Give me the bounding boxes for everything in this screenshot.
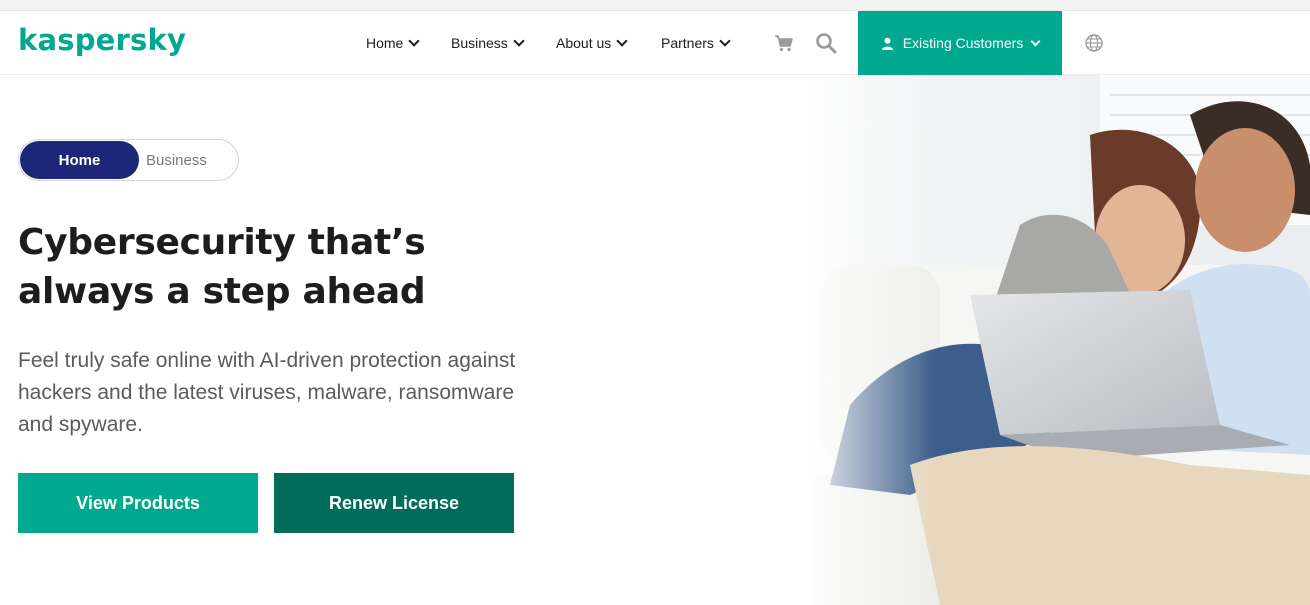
nav-business[interactable]: Business (451, 35, 525, 51)
chevron-down-icon (719, 35, 731, 47)
hero-headline-line1: Cybersecurity that’s (18, 222, 426, 263)
chevron-down-icon (1030, 36, 1041, 46)
toggle-home-button[interactable]: Home (20, 141, 139, 179)
chevron-down-icon (616, 35, 628, 47)
hero-couple-laptop-image (790, 75, 1310, 605)
globe-icon[interactable] (1084, 33, 1104, 53)
toggle-business-button[interactable]: Business (146, 141, 207, 179)
browser-top-strip (0, 0, 1310, 11)
nav-about-us-label: About us (556, 35, 612, 51)
nav-business-label: Business (451, 35, 508, 51)
existing-customers-button[interactable]: Existing Customers (858, 11, 1062, 75)
nav-partners-label: Partners (661, 35, 714, 51)
nav-about-us[interactable]: About us (556, 35, 628, 51)
user-icon (881, 37, 893, 50)
search-icon[interactable] (815, 32, 837, 54)
kaspersky-logo[interactable]: kaspersky (18, 23, 186, 57)
hero-headline-line2: always a step ahead (18, 271, 426, 312)
segment-toggle: Home Business (18, 139, 239, 181)
nav-home-label: Home (366, 35, 404, 51)
chevron-down-icon (513, 35, 525, 47)
nav-partners[interactable]: Partners (661, 35, 731, 51)
existing-customers-label: Existing Customers (902, 35, 1024, 51)
chevron-down-icon (408, 35, 421, 47)
cart-icon[interactable] (774, 33, 794, 53)
site-header: kaspersky Home Business About us Partner… (0, 11, 1310, 75)
hero-subtext: Feel truly safe online with AI-driven pr… (18, 349, 516, 436)
view-products-button[interactable]: View Products (18, 473, 258, 533)
renew-license-button[interactable]: Renew License (274, 473, 514, 533)
nav-home[interactable]: Home (366, 35, 421, 51)
hero-headline: Cybersecurity that’s always a step ahead (18, 218, 538, 316)
